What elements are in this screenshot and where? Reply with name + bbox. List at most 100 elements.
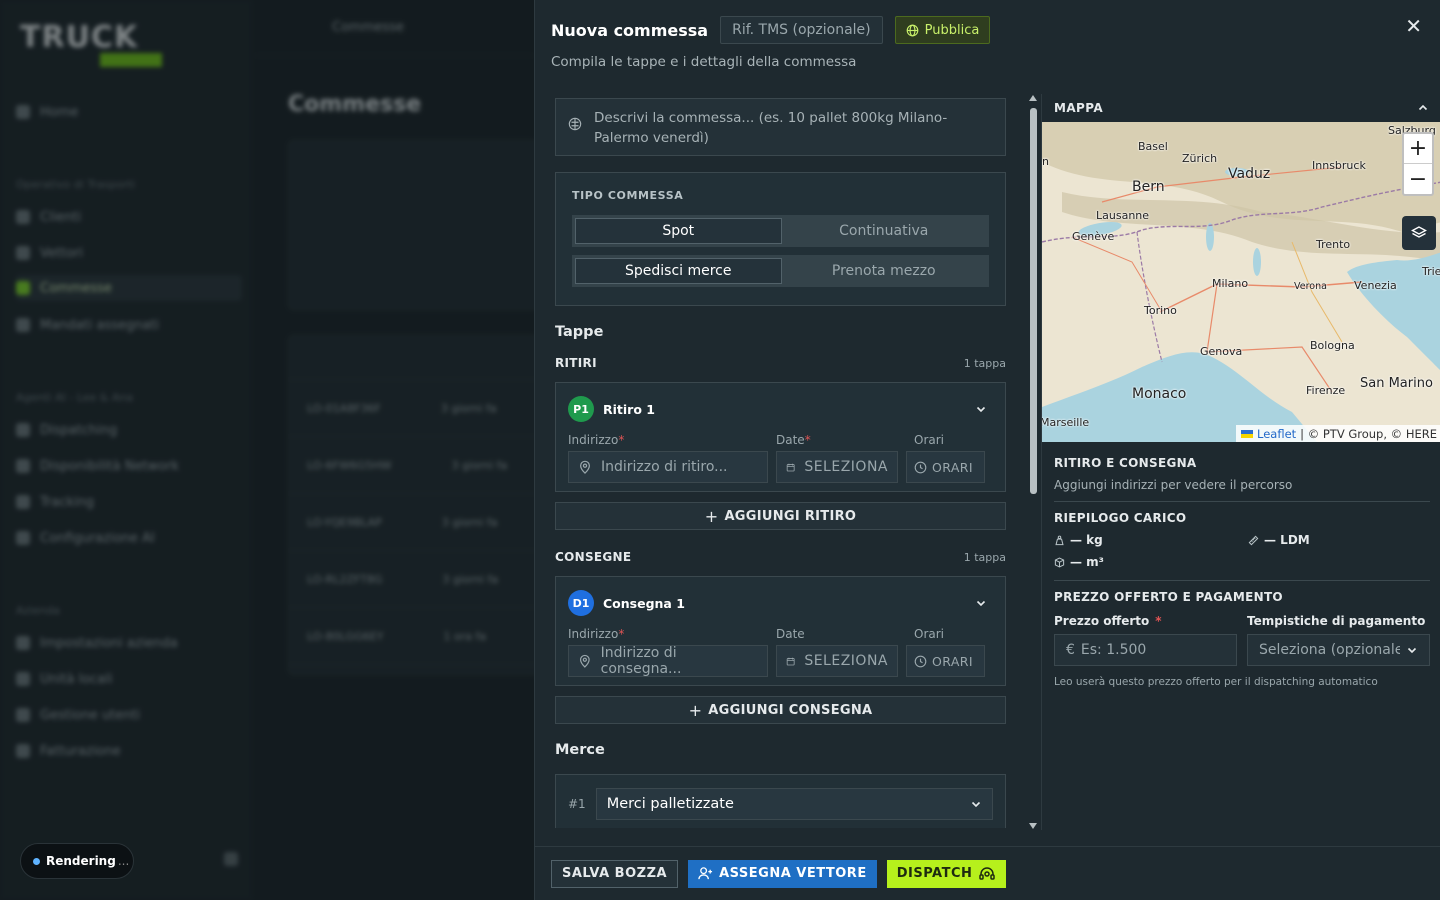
chevron-down-icon[interactable]: [975, 597, 987, 609]
map-zoom-control: + −: [1402, 132, 1434, 196]
pickup-time-button[interactable]: ORARI: [906, 451, 985, 483]
price-input[interactable]: € Es: 1.500: [1054, 634, 1237, 666]
order-type-label: TIPO COMMESSA: [572, 189, 684, 202]
chevron-down-icon: [971, 801, 981, 808]
map-header[interactable]: MAPPA: [1042, 94, 1440, 122]
map-label-city: Basel: [1138, 140, 1168, 153]
map-label-city: Lausanne: [1096, 209, 1150, 222]
delivery-name: Consegna 1: [603, 595, 685, 611]
route-section: RITIRO E CONSEGNA Aggiungi indirizzi per…: [1054, 456, 1293, 492]
ruler-icon: [1248, 535, 1259, 545]
map-label-city: Innsbruck: [1312, 159, 1366, 172]
date-label: Date: [776, 627, 805, 641]
option-spot[interactable]: Spot: [575, 218, 782, 244]
map-label-city: Vaduz: [1228, 166, 1271, 182]
background-app: TRUCK Home Operativo di Trasporti Client…: [0, 0, 534, 900]
add-delivery-button[interactable]: + AGGIUNGI CONSEGNA: [555, 696, 1006, 724]
calendar-icon: [786, 657, 795, 665]
map-label-city: Torino: [1144, 304, 1177, 317]
volume-value: — m³: [1054, 555, 1248, 569]
flag-icon: [1241, 429, 1254, 438]
delivery-card: D1 Consegna 1 Indirizzo* Date Orari Indi…: [555, 576, 1006, 686]
divider: [1054, 580, 1430, 581]
leaflet-link[interactable]: Leaflet: [1257, 427, 1296, 441]
map-label-city: n: [1042, 155, 1049, 168]
option-prenota-mezzo[interactable]: Prenota mezzo: [782, 258, 987, 284]
new-order-drawer: Nuova commessa Rif. TMS (opzionale) Pubb…: [534, 0, 1440, 900]
payment-terms-label: Tempistiche di pagamento: [1247, 614, 1426, 628]
headset-icon: [979, 866, 996, 880]
option-continuativa[interactable]: Continuativa: [782, 218, 987, 244]
chevron-down-icon: [1407, 647, 1417, 654]
chevron-down-icon[interactable]: [975, 403, 987, 415]
calendar-icon: [786, 463, 795, 471]
weight-value: — kg: [1054, 533, 1248, 547]
user-plus-icon: [698, 867, 713, 880]
goods-index: #1: [568, 797, 586, 811]
overlay-backdrop[interactable]: [0, 0, 534, 900]
zoom-in-button[interactable]: +: [1404, 134, 1432, 164]
form-scrollbar[interactable]: [1028, 94, 1038, 830]
zoom-out-button[interactable]: −: [1404, 164, 1432, 194]
pickup-card: P1 Ritiro 1 Indirizzo* Date* Orari Indir…: [555, 382, 1006, 492]
save-draft-button[interactable]: SALVA BOZZA: [551, 859, 679, 888]
plus-icon: +: [688, 700, 703, 720]
map-label-city: Marseille: [1042, 416, 1090, 429]
description-input[interactable]: Descrivi la commessa... (es. 10 pallet 8…: [555, 98, 1006, 156]
drawer-footer: SALVA BOZZA ASSEGNA VETTORE DISPATCH: [535, 846, 1440, 900]
globe-icon: [906, 24, 918, 36]
order-form: Descrivi la commessa... (es. 10 pallet 8…: [555, 98, 1006, 828]
scroll-thumb[interactable]: [1030, 108, 1037, 494]
delivery-time-button[interactable]: ORARI: [906, 645, 985, 677]
ai-brain-icon: [568, 117, 582, 131]
goods-title: Merce: [555, 742, 605, 758]
chevron-up-icon[interactable]: [1417, 102, 1429, 114]
map-label-city: Genève: [1072, 230, 1115, 243]
scroll-up-icon[interactable]: [1028, 94, 1038, 102]
service-type-toggle: Spedisci merce Prenota mezzo: [572, 255, 989, 287]
goods-type-select[interactable]: Merci palletizzate: [595, 788, 993, 820]
rendering-status-pill: Rendering ...: [20, 843, 134, 879]
weight-icon: [1055, 535, 1064, 545]
address-label: Indirizzo*: [568, 433, 625, 447]
payment-terms-select[interactable]: Seleziona (opzionale): [1247, 634, 1430, 666]
stops-title: Tappe: [555, 324, 604, 340]
time-label: Orari: [914, 627, 944, 641]
goods-item: #1 Merci palletizzate: [555, 774, 1006, 828]
pickup-address-input[interactable]: Indirizzo di ritiro...: [568, 451, 768, 483]
price-section: PREZZO OFFERTO E PAGAMENTO Prezzo offert…: [1054, 590, 1430, 688]
pickup-badge: P1: [568, 396, 594, 422]
option-spedisci-merce[interactable]: Spedisci merce: [575, 258, 782, 284]
map-attribution: Leaflet | © PTV Group, © HERE: [1236, 425, 1440, 442]
map-label-city: Bologna: [1310, 339, 1355, 352]
publish-button[interactable]: Pubblica: [894, 16, 991, 44]
deliveries-header: CONSEGNE 1 tappa: [555, 550, 1006, 564]
map-label-city: Milano: [1212, 277, 1249, 290]
tms-ref-input[interactable]: Rif. TMS (opzionale): [720, 16, 883, 44]
assign-carrier-button[interactable]: ASSEGNA VETTORE: [688, 859, 877, 888]
date-label: Date*: [776, 433, 811, 447]
status-dot: [33, 857, 40, 865]
pickups-header: RITIRI 1 tappa: [555, 356, 1006, 370]
clock-icon: [914, 655, 927, 667]
ldm-value: — LDM: [1248, 533, 1428, 547]
drawer-title: Nuova commessa: [551, 20, 709, 40]
pickup-date-button[interactable]: SELEZIONA: [776, 451, 898, 483]
clock-icon: [914, 461, 927, 473]
close-icon[interactable]: ✕: [1405, 14, 1422, 38]
scroll-down-icon[interactable]: [1028, 822, 1038, 830]
euro-icon: €: [1066, 642, 1075, 658]
delivery-address-input[interactable]: Indirizzo di consegna...: [568, 645, 768, 677]
map-label-city: San Marino: [1360, 376, 1433, 391]
map-label-city: Zürich: [1182, 152, 1218, 165]
layers-icon: [1411, 226, 1427, 238]
map-label-city: Firenze: [1306, 384, 1346, 397]
order-type-box: TIPO COMMESSA Spot Continuativa Spedisci…: [555, 172, 1006, 306]
dispatch-button[interactable]: DISPATCH: [886, 859, 1007, 888]
delivery-date-button[interactable]: SELEZIONA: [776, 645, 898, 677]
route-map[interactable]: Salzburg Basel Zürich Vaduz Innsbruck Be…: [1042, 122, 1440, 442]
layers-button[interactable]: [1402, 216, 1436, 250]
map-label-city: Trento: [1316, 238, 1351, 251]
price-hint: Leo userà questo prezzo offerto per il d…: [1054, 676, 1378, 688]
add-pickup-button[interactable]: + AGGIUNGI RITIRO: [555, 502, 1006, 530]
